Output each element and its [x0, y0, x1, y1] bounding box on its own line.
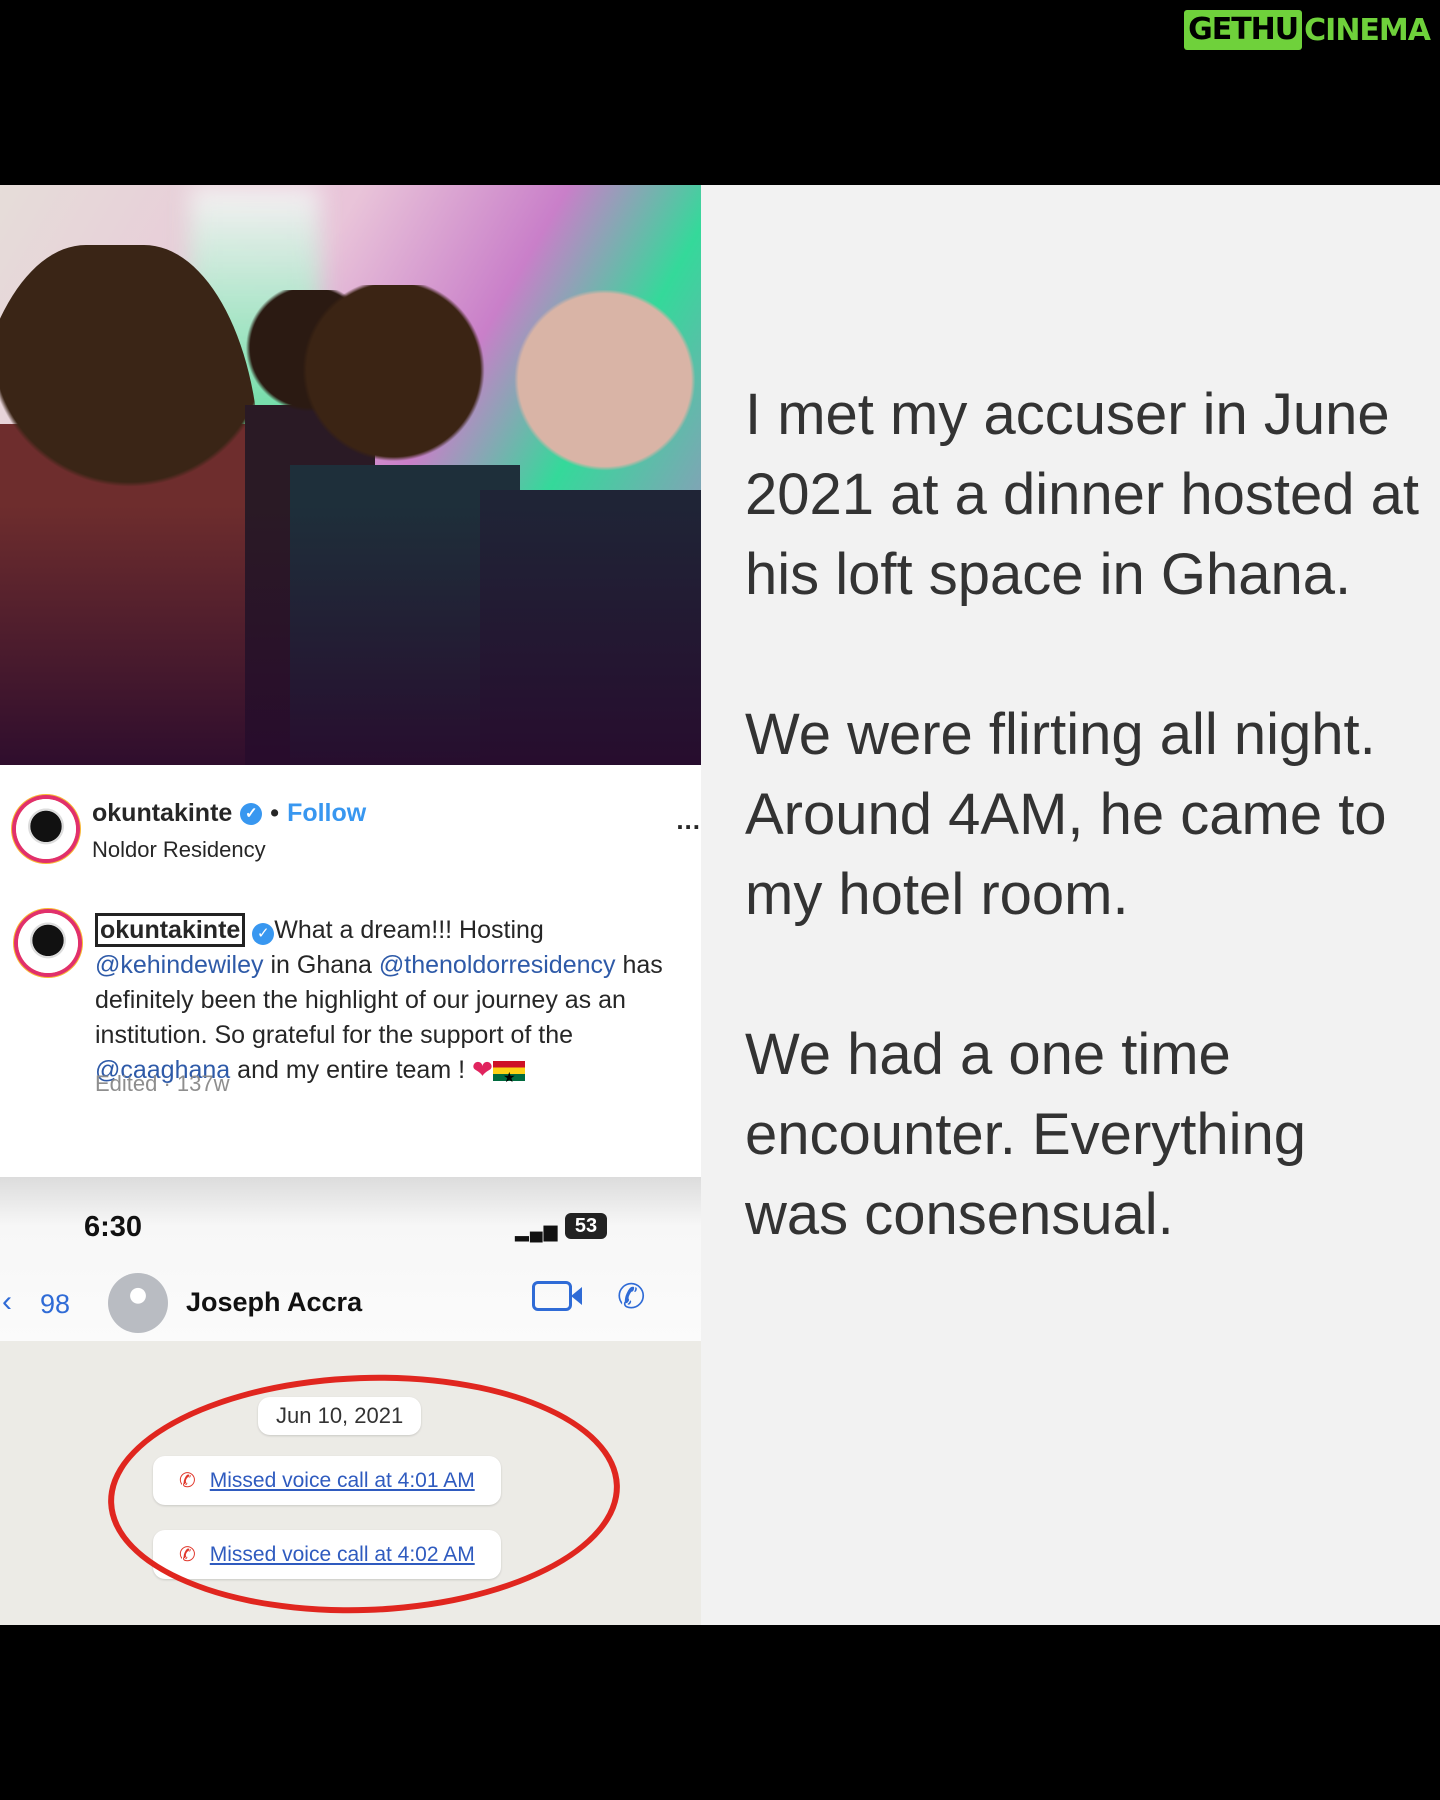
statement-paragraph: We were flirting all night. Around 4AM, … [745, 702, 1387, 927]
statement-paragraph: I met my accuser in June 2021 at a dinne… [745, 382, 1419, 607]
verified-icon: ✓ [252, 923, 275, 945]
red-highlight-circle [104, 1366, 624, 1622]
caption-part-1: What a dream!!! Hosting [274, 916, 544, 944]
mention-link[interactable]: @kehindewiley [95, 951, 264, 979]
heart-icon: ❤ [472, 1056, 493, 1084]
caption-part-4: and my entire team ! [230, 1056, 472, 1084]
event-photo [0, 185, 701, 765]
verified-icon: ✓ [240, 802, 263, 825]
phone-icon[interactable]: ✆ [617, 1277, 646, 1317]
contact-avatar[interactable] [108, 1273, 168, 1333]
separator-dot: • [270, 799, 280, 827]
caption-text: okuntakinte ✓ What a dream!!! Hosting @ke… [95, 913, 685, 1095]
caption-username[interactable]: okuntakinte [95, 913, 246, 947]
post-user: okuntakinte ✓ • Follow [92, 799, 366, 828]
ghana-flag-icon [492, 1060, 525, 1095]
avatar[interactable] [16, 799, 76, 859]
username-link[interactable]: okuntakinte [92, 799, 232, 828]
follow-button[interactable]: Follow [287, 799, 366, 828]
content-panel: okuntakinte ✓ • Follow Noldor Residency … [0, 185, 1440, 1625]
chat-screenshot: 6:30 ▂▄▆ 53 ‹ 98 Joseph Accra ✆ Jun 10, … [0, 1177, 701, 1625]
contact-name[interactable]: Joseph Accra [186, 1287, 362, 1318]
post-header: okuntakinte ✓ • Follow Noldor Residency … [0, 765, 701, 883]
location-link[interactable]: Noldor Residency [92, 837, 266, 863]
caption-avatar[interactable] [18, 913, 78, 973]
status-time: 6:30 [84, 1211, 143, 1243]
more-options-icon[interactable]: ... [676, 805, 701, 836]
evidence-column: okuntakinte ✓ • Follow Noldor Residency … [0, 185, 701, 1625]
back-count[interactable]: 98 [40, 1289, 70, 1320]
battery-icon: 53 [565, 1213, 607, 1239]
watermark-tail-text: CINEMA [1304, 12, 1431, 48]
chat-header: 6:30 ▂▄▆ 53 ‹ 98 Joseph Accra ✆ [0, 1177, 701, 1341]
mention-link[interactable]: @thenoldorresidency [379, 951, 616, 979]
watermark-logo: GETHU CINEMA [1184, 10, 1431, 50]
signal-icon: ▂▄▆ [515, 1221, 559, 1241]
statement-text: I met my accuser in June 2021 at a dinne… [745, 375, 1425, 1335]
caption-part-2: in Ghana [263, 951, 379, 979]
statement-paragraph: We had a one time encounter. Everything … [745, 1022, 1307, 1247]
edited-timestamp: Edited · 137w [95, 1071, 230, 1096]
back-arrow-icon[interactable]: ‹ [2, 1285, 12, 1319]
video-call-icon[interactable] [532, 1281, 582, 1311]
watermark-box-text: GETHU [1184, 10, 1303, 50]
